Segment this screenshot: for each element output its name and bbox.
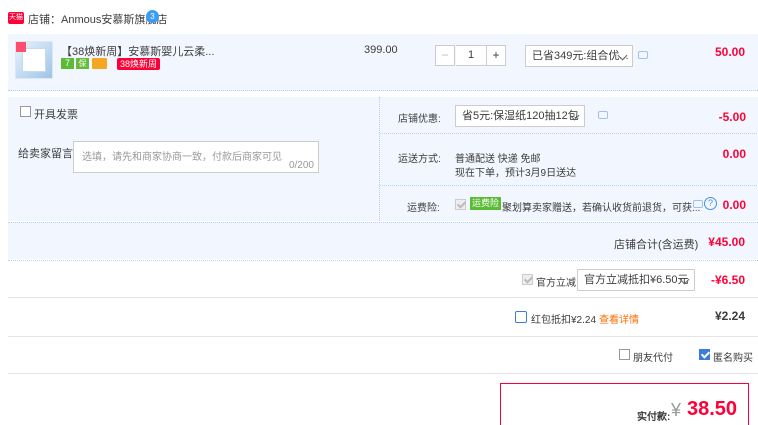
message-icon[interactable] xyxy=(638,51,648,59)
store-coupon-row: 店铺优惠: 省5元:保湿纸120抽12包 -5.00 xyxy=(380,97,758,134)
official-discount-label: 官方立减 xyxy=(536,278,576,289)
shop-header: 天猫 店铺：Anmous安慕斯旗舰店 3 xyxy=(0,8,758,30)
chat-icon[interactable]: 3 xyxy=(146,10,159,23)
insurance-row: 运费险: 运费险 聚划算卖家赠送，若确认收货前退货，可获... ? 0.00 xyxy=(380,185,758,221)
note-textarea[interactable]: 选填，请先和商家协商一致，付款后商家可见 0/200 xyxy=(73,141,319,173)
item-row: 【38焕新周】安慕斯婴儿云柔... 7 保 38焕新周 399.00 − 1 +… xyxy=(8,34,758,91)
red-packet-label: 红包抵扣¥2.24 xyxy=(531,315,597,326)
shipping-eta: 现在下单，预计3月9日送达 xyxy=(455,168,577,179)
official-discount-select[interactable]: 官方立减抵扣¥6.50元 xyxy=(577,269,695,291)
insurance-value: 0.00 xyxy=(722,198,746,212)
left-options: 开具发票 给卖家留言: 选填，请先和商家协商一致，付款后商家可见 0/200 xyxy=(8,97,379,221)
friend-pay-label: 朋友代付 xyxy=(633,353,673,364)
guarantee-icon: 保 xyxy=(76,58,89,69)
unit-price: 399.00 xyxy=(364,44,398,56)
actual-payment-amount: 38.50 xyxy=(687,398,738,420)
red-packet-value: ¥2.24 xyxy=(714,309,745,323)
item-discount-select[interactable]: 已省349元:组合优... xyxy=(525,45,633,67)
shop-total-row: 店铺合计(含运费) ¥45.00 xyxy=(8,222,758,259)
message-icon[interactable] xyxy=(598,111,608,119)
official-discount-value: -¥6.50 xyxy=(710,273,745,287)
thumbnail-corner-mark xyxy=(16,42,26,52)
note-placeholder: 选填，请先和商家协商一致，付款后商家可见 xyxy=(82,152,282,163)
invoice-label: 开具发票 xyxy=(34,109,78,121)
product-thumbnail[interactable] xyxy=(15,41,53,79)
payment-options-row: 朋友代付 匿名购买 xyxy=(8,337,758,374)
anonymous-label: 匿名购买 xyxy=(713,353,753,364)
shipping-value: 0.00 xyxy=(722,147,746,161)
credit-card-icon xyxy=(92,58,107,69)
store-coupon-select[interactable]: 省5元:保湿纸120抽12包 xyxy=(455,105,585,127)
tmall-badge: 天猫 xyxy=(8,12,24,24)
shop-total-value: ¥45.00 xyxy=(708,235,745,249)
invoice-checkbox[interactable] xyxy=(20,106,31,117)
official-discount-checkbox xyxy=(522,274,533,285)
store-coupon-value: -5.00 xyxy=(718,110,746,124)
official-discount-row: 官方立减 官方立减抵扣¥6.50元 -¥6.50 xyxy=(8,261,758,298)
insurance-checkbox xyxy=(455,199,466,210)
red-packet-checkbox[interactable] xyxy=(515,311,527,323)
actual-payment-box: 实付款: ¥ 38.50 xyxy=(500,383,749,425)
insurance-label: 运费险: xyxy=(407,203,440,214)
qty-increase-button[interactable]: + xyxy=(486,45,506,66)
insurance-badge: 运费险 xyxy=(470,197,502,210)
shipping-method: 普通配送 快递 免邮 xyxy=(455,154,541,165)
product-title-link[interactable]: 【38焕新周】安慕斯婴儿云柔... xyxy=(61,43,214,59)
item-subtotal: 50.00 xyxy=(714,45,745,59)
store-coupon-label: 店铺优惠: xyxy=(398,114,441,125)
shipping-row: 运送方式: 普通配送 快递 免邮 现在下单，预计3月9日送达 0.00 xyxy=(380,133,758,186)
shipping-label: 运送方式: xyxy=(398,154,441,165)
currency-symbol: ¥ xyxy=(671,400,682,420)
actual-payment-label: 实付款: xyxy=(637,412,671,423)
qty-input[interactable]: 1 xyxy=(456,45,486,66)
insurance-text: 聚划算卖家赠送，若确认收货前退货，可获... xyxy=(502,203,701,214)
red-packet-row: 红包抵扣¥2.24 查看详情 ¥2.24 xyxy=(8,298,758,337)
red-packet-details-link[interactable]: 查看详情 xyxy=(599,311,639,326)
friend-pay-checkbox[interactable] xyxy=(619,349,630,360)
promo-tag: 38焕新周 xyxy=(117,58,161,70)
note-label: 给卖家留言: xyxy=(18,148,77,160)
note-counter: 0/200 xyxy=(288,160,314,171)
qty-decrease-button[interactable]: − xyxy=(435,45,455,66)
anonymous-checkbox[interactable] xyxy=(699,349,710,360)
shop-total-label: 店铺合计(含运费) xyxy=(614,239,699,251)
right-options: 店铺优惠: 省5元:保湿纸120抽12包 -5.00 运送方式: 普通配送 快递… xyxy=(379,97,758,221)
seven-day-return-icon: 7 xyxy=(61,58,74,69)
